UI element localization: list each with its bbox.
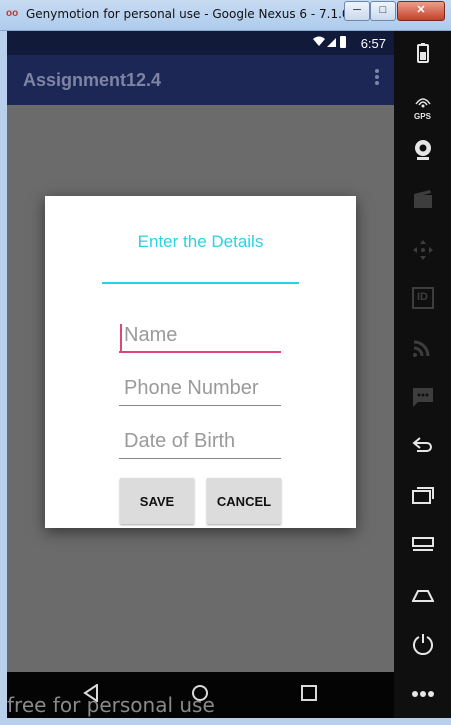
app-bar: Assignment12.4 [7,55,394,105]
gps-icon[interactable]: GPS [394,91,451,121]
status-time: 6:57 [360,36,386,51]
status-icons [312,35,348,52]
dialog-title: Enter the Details [137,232,264,251]
overflow-menu-icon[interactable] [374,68,380,86]
cancel-button[interactable]: CANCEL [207,478,281,524]
wifi-signal-battery-icon [313,36,346,48]
text-cursor [120,324,122,352]
nav-recents-icon[interactable] [301,684,317,707]
name-input[interactable] [119,319,281,351]
phone-number-underline [119,405,281,406]
back-icon[interactable] [394,436,451,460]
dialog-title-divider [102,282,299,284]
window-frame-left [0,31,7,725]
status-bar: 6:57 [7,31,394,55]
window-frame-bottom [0,718,451,725]
android-screen: 6:57 Assignment12.4 Enter the Details SA… [7,31,394,718]
date-of-birth-input[interactable] [119,425,281,457]
recent-apps-icon[interactable] [394,486,451,510]
device-id-icon: ID [394,287,451,315]
name-underline [119,351,281,353]
power-icon[interactable] [394,633,451,661]
minimize-button[interactable]: ─ [344,1,370,21]
more-options-icon[interactable] [394,681,451,704]
cast-icon [394,336,451,364]
maximize-button[interactable]: □ [370,1,396,21]
screen-capture-icon [394,189,451,215]
name-field[interactable] [119,319,281,353]
battery-icon[interactable] [394,43,451,69]
phone-number-field[interactable] [119,372,281,406]
move-icon [394,239,451,267]
home-icon[interactable] [394,586,451,609]
window-title: Genymotion for personal use - Google Nex… [26,7,373,21]
genymotion-logo-icon: oo [6,8,19,19]
sms-icon [394,386,451,414]
menu-icon[interactable] [394,536,451,559]
window-title-bar: oo Genymotion for personal use - Google … [0,0,451,31]
webcam-icon[interactable] [394,139,451,167]
genymotion-toolbar: GPS ID [394,31,451,718]
phone-number-input[interactable] [119,372,281,404]
watermark-text: free for personal use [7,693,215,717]
app-title: Assignment12.4 [23,70,162,90]
device-id-label: ID [417,291,428,303]
date-of-birth-field[interactable] [119,425,281,459]
save-button[interactable]: SAVE [120,478,194,524]
gps-label: GPS [414,112,431,121]
details-dialog: Enter the Details SAVE CANCEL [45,196,356,528]
date-of-birth-underline [119,458,281,459]
close-button[interactable]: ✕ [397,1,445,21]
